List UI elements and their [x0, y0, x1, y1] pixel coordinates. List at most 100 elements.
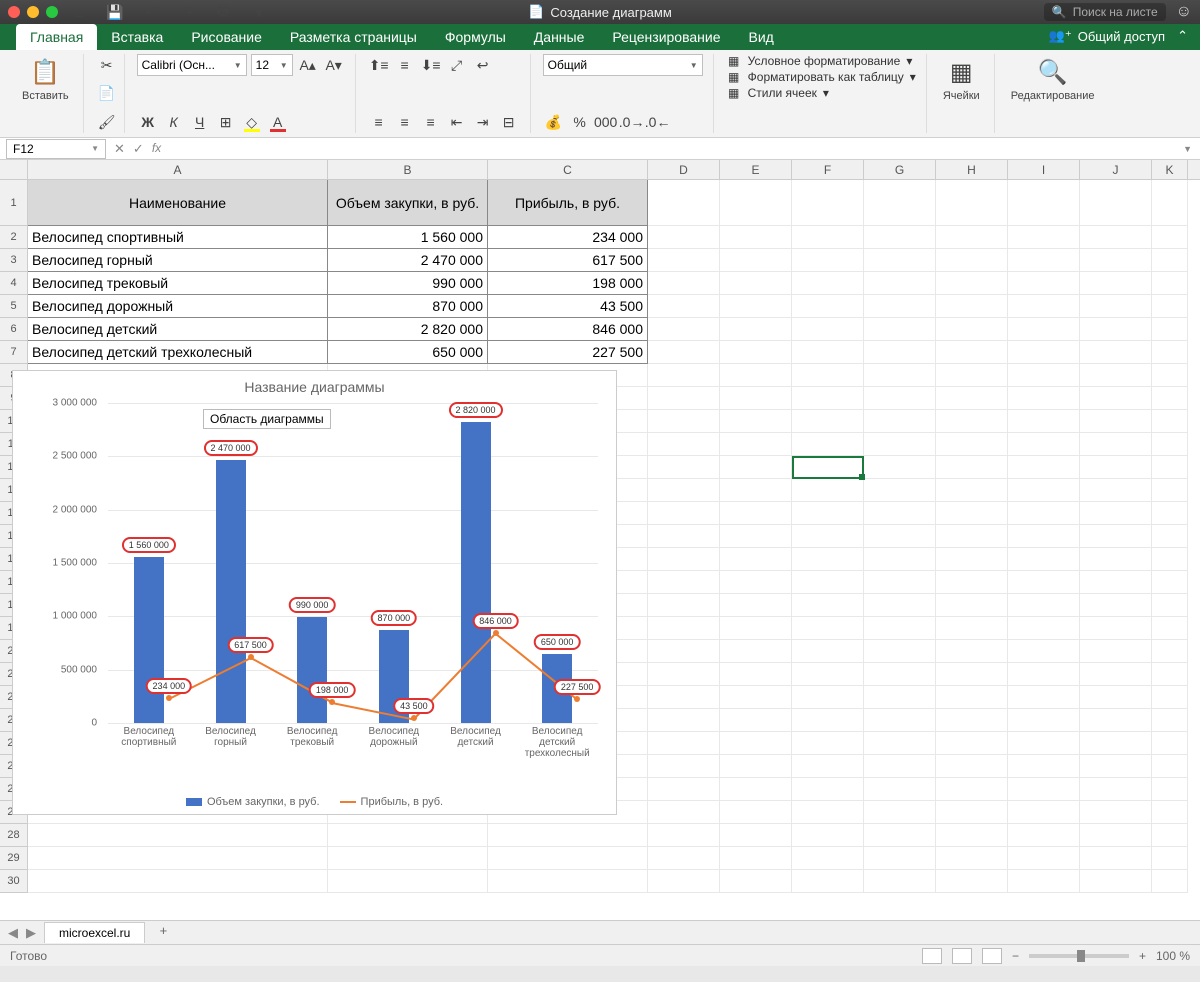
cell-J5[interactable] [1080, 295, 1152, 318]
cell-I26[interactable] [1008, 778, 1080, 801]
cell-G30[interactable] [864, 870, 936, 893]
tab-6[interactable]: Рецензирование [598, 24, 734, 50]
next-sheet-icon[interactable]: ▶ [26, 925, 36, 941]
cell-J13[interactable] [1080, 479, 1152, 502]
cell-I29[interactable] [1008, 847, 1080, 870]
editing-button[interactable]: 🔍 Редактирование [1007, 54, 1099, 104]
col-header-A[interactable]: A [28, 160, 328, 179]
cell-D17[interactable] [648, 571, 720, 594]
cell-I23[interactable] [1008, 709, 1080, 732]
number-format-combo[interactable]: Общий▼ [543, 54, 703, 76]
cell-F6[interactable] [792, 318, 864, 341]
row-header-4[interactable]: 4 [0, 272, 28, 295]
cell-J15[interactable] [1080, 525, 1152, 548]
qat-more-icon[interactable]: ▾ [248, 1, 270, 23]
col-header-I[interactable]: I [1008, 160, 1080, 179]
cell-A5[interactable]: Велосипед дорожный [28, 295, 328, 318]
cell-C7[interactable]: 227 500 [488, 341, 648, 364]
col-header-D[interactable]: D [648, 160, 720, 179]
cell-H24[interactable] [936, 732, 1008, 755]
expand-formula-icon[interactable]: ▼ [1175, 144, 1200, 154]
cell-J6[interactable] [1080, 318, 1152, 341]
close-icon[interactable] [8, 6, 20, 18]
cell-C29[interactable] [488, 847, 648, 870]
cell-K26[interactable] [1152, 778, 1188, 801]
cell-G10[interactable] [864, 410, 936, 433]
row-header-5[interactable]: 5 [0, 295, 28, 318]
fill-color-icon[interactable]: ◇ [241, 111, 263, 133]
bar-0[interactable] [134, 557, 164, 723]
cell-J21[interactable] [1080, 663, 1152, 686]
cell-E13[interactable] [720, 479, 792, 502]
cell-G4[interactable] [864, 272, 936, 295]
cell-B4[interactable]: 990 000 [328, 272, 488, 295]
cell-H28[interactable] [936, 824, 1008, 847]
cell-J25[interactable] [1080, 755, 1152, 778]
cell-J17[interactable] [1080, 571, 1152, 594]
decrease-decimal-icon[interactable]: .0← [647, 111, 669, 133]
cell-H18[interactable] [936, 594, 1008, 617]
cell-F14[interactable] [792, 502, 864, 525]
cell-I17[interactable] [1008, 571, 1080, 594]
cell-D3[interactable] [648, 249, 720, 272]
cell-B1[interactable]: Объем закупки, в руб. [328, 180, 488, 226]
sheet-tab[interactable]: microexcel.ru [44, 922, 145, 943]
cell-D16[interactable] [648, 548, 720, 571]
cut-icon[interactable]: ✂ [96, 54, 118, 76]
cell-B2[interactable]: 1 560 000 [328, 226, 488, 249]
cell-F25[interactable] [792, 755, 864, 778]
bar-2[interactable] [297, 617, 327, 723]
cell-D23[interactable] [648, 709, 720, 732]
minimize-icon[interactable] [27, 6, 39, 18]
save-icon[interactable]: 💾 [104, 1, 126, 23]
cell-J20[interactable] [1080, 640, 1152, 663]
cell-B3[interactable]: 2 470 000 [328, 249, 488, 272]
cell-F11[interactable] [792, 433, 864, 456]
add-sheet-icon[interactable]: + [153, 923, 173, 943]
zoom-slider[interactable] [1029, 954, 1129, 958]
cell-K16[interactable] [1152, 548, 1188, 571]
cell-D10[interactable] [648, 410, 720, 433]
cell-K20[interactable] [1152, 640, 1188, 663]
cell-F30[interactable] [792, 870, 864, 893]
cell-H8[interactable] [936, 364, 1008, 387]
cell-J28[interactable] [1080, 824, 1152, 847]
border-icon[interactable]: ⊞ [215, 111, 237, 133]
col-header-J[interactable]: J [1080, 160, 1152, 179]
cell-F3[interactable] [792, 249, 864, 272]
tab-7[interactable]: Вид [735, 24, 788, 50]
cell-H7[interactable] [936, 341, 1008, 364]
cell-F27[interactable] [792, 801, 864, 824]
cell-D22[interactable] [648, 686, 720, 709]
orientation-icon[interactable]: ⤢ [446, 54, 468, 76]
cell-K30[interactable] [1152, 870, 1188, 893]
cell-G1[interactable] [864, 180, 936, 226]
cell-I13[interactable] [1008, 479, 1080, 502]
cell-K9[interactable] [1152, 387, 1188, 410]
cell-H2[interactable] [936, 226, 1008, 249]
search-box[interactable]: 🔍 Поиск на листе [1044, 3, 1166, 21]
cell-C28[interactable] [488, 824, 648, 847]
line-point-1[interactable] [248, 654, 254, 660]
cell-I7[interactable] [1008, 341, 1080, 364]
cell-K27[interactable] [1152, 801, 1188, 824]
cell-G20[interactable] [864, 640, 936, 663]
cell-F4[interactable] [792, 272, 864, 295]
cell-J4[interactable] [1080, 272, 1152, 295]
cell-D4[interactable] [648, 272, 720, 295]
col-header-H[interactable]: H [936, 160, 1008, 179]
decrease-font-icon[interactable]: A▾ [323, 54, 345, 76]
cell-E20[interactable] [720, 640, 792, 663]
cell-J29[interactable] [1080, 847, 1152, 870]
cell-B28[interactable] [328, 824, 488, 847]
cell-K1[interactable] [1152, 180, 1188, 226]
cell-G8[interactable] [864, 364, 936, 387]
home-icon[interactable]: ⌂ [68, 1, 90, 23]
cell-J8[interactable] [1080, 364, 1152, 387]
fx-icon[interactable]: fx [152, 141, 161, 157]
cell-I21[interactable] [1008, 663, 1080, 686]
print-icon[interactable]: 🖶 [212, 1, 234, 23]
cell-E15[interactable] [720, 525, 792, 548]
line-point-2[interactable] [329, 699, 335, 705]
row-header-1[interactable]: 1 [0, 180, 28, 226]
